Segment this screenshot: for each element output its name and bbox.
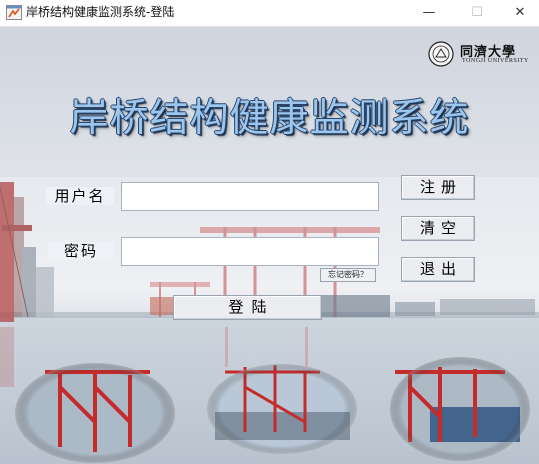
exit-button[interactable]: 退出	[401, 257, 475, 282]
window-title: 岸桥结构健康监测系统-登陆	[26, 5, 175, 19]
maximize-button[interactable]: ☐	[455, 0, 499, 26]
password-input[interactable]	[121, 237, 379, 266]
username-input[interactable]	[121, 182, 379, 211]
register-button[interactable]: 注册	[401, 175, 475, 200]
close-button[interactable]: ✕	[498, 0, 539, 26]
title-bar: 岸桥结构健康监测系统-登陆 — ☐ ✕	[0, 0, 539, 27]
username-label: 用户名	[46, 187, 114, 205]
password-label: 密码	[48, 242, 114, 260]
system-title: 岸桥结构健康监测系统	[69, 96, 470, 141]
university-name-english: TONGJI UNIVERSITY	[462, 58, 529, 64]
login-panel: 同濟大學 TONGJI UNIVERSITY 岸桥结构健康监测系统 用户名 密码…	[0, 27, 539, 464]
clear-button[interactable]: 清空	[401, 216, 475, 241]
matlab-figure-icon	[6, 5, 22, 20]
university-logo: 同濟大學 TONGJI UNIVERSITY	[428, 41, 533, 71]
login-button[interactable]: 登陆	[173, 295, 322, 320]
university-seal-icon	[428, 41, 454, 67]
minimize-button[interactable]: —	[407, 0, 451, 26]
forgot-password-button[interactable]: 忘记密码？	[320, 268, 376, 282]
